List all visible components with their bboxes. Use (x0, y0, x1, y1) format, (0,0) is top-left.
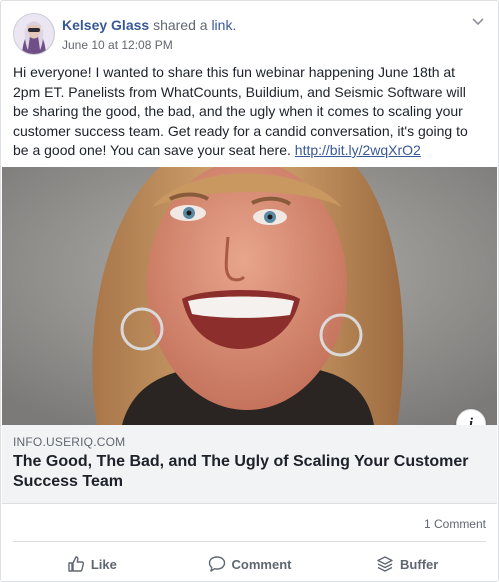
link-title[interactable]: The Good, The Bad, and The Ugly of Scali… (13, 452, 483, 492)
link-domain: INFO.USERIQ.COM (13, 435, 126, 449)
comment-button[interactable]: Comment (171, 549, 329, 579)
link-preview-media[interactable]: i (1, 167, 498, 439)
like-label: Like (90, 556, 117, 572)
post-card: Kelsey Glass shared a link. June 10 at 1… (0, 0, 499, 582)
author-name[interactable]: Kelsey Glass (62, 17, 149, 33)
post-meta: Kelsey Glass shared a link. June 10 at 1… (62, 16, 236, 53)
stack-icon (377, 556, 393, 572)
like-button[interactable]: Like (13, 549, 171, 579)
speech-bubble-icon (208, 556, 225, 572)
chevron-down-icon (472, 18, 484, 26)
buffer-label: Buffer (400, 556, 439, 572)
author-avatar[interactable] (13, 13, 55, 55)
post-header: Kelsey Glass shared a link. June 10 at 1… (13, 13, 486, 57)
author-line: Kelsey Glass shared a link. (62, 16, 236, 34)
post-options-button[interactable] (470, 13, 486, 29)
comments-count[interactable]: 1 Comment (424, 517, 486, 531)
buffer-button[interactable]: Buffer (328, 549, 486, 579)
post-body-link[interactable]: http://bit.ly/2wqXrO2 (295, 142, 421, 158)
action-link[interactable]: link. (211, 17, 236, 33)
preview-photo (2, 167, 497, 425)
action-bar: Like Comment Buffer (13, 549, 486, 579)
avatar-image (14, 14, 54, 54)
preview-image[interactable] (2, 167, 497, 425)
thumbs-up-icon (68, 556, 84, 572)
link-preview[interactable]: INFO.USERIQ.COM The Good, The Bad, and T… (2, 425, 497, 504)
action-text: shared a (153, 17, 208, 33)
post-timestamp[interactable]: June 10 at 12:08 PM (62, 37, 236, 53)
comment-label: Comment (231, 556, 292, 572)
post-body: Hi everyone! I wanted to share this fun … (13, 63, 485, 161)
divider (13, 541, 486, 542)
